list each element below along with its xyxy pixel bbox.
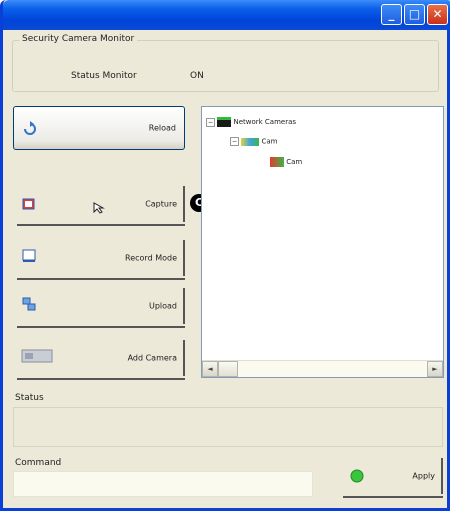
app-window: _ □ ✕ Security Camera Monitor Status Mon… [0,0,450,511]
network-icon [22,297,36,311]
status-label: Status [15,393,44,403]
tree-root[interactable]: − Network Cameras [206,117,296,127]
add-camera-label: Add Camera [127,353,177,363]
maximize-button[interactable]: □ [404,4,425,25]
apply-label: Apply [412,471,435,481]
collapse-icon[interactable]: − [230,137,239,146]
close-button[interactable]: ✕ [427,4,448,25]
scroll-left-button[interactable]: ◄ [202,361,218,377]
pointer-icon [93,202,105,214]
tree-leaf-label: Cam [286,158,303,166]
minimize-button[interactable]: _ [381,4,402,25]
status-monitor-label: Status Monitor [71,71,137,81]
tree-root-label: Network Cameras [233,118,297,126]
camera-leaf-icon [270,157,284,167]
apply-button[interactable]: Apply [339,454,443,498]
command-label: Command [15,458,62,468]
reload-label: Reload [148,123,176,133]
reload-button[interactable]: Reload [13,106,185,150]
scroll-thumb[interactable] [218,361,238,377]
tree-leaf[interactable]: Cam [270,157,302,167]
refresh-icon [24,121,36,135]
status-monitor-value: ON [190,71,204,81]
monitor-icon [22,249,36,262]
title-bar[interactable]: _ □ ✕ [3,0,450,30]
record-mode-label: Record Mode [125,253,177,263]
go-icon [350,469,364,483]
camera-node-icon [241,137,260,146]
record-mode-button[interactable]: Record Mode [13,236,185,280]
command-input[interactable] [13,471,313,497]
capture-button[interactable]: Capture [13,182,185,226]
status-field [13,407,443,447]
device-icon [21,349,53,363]
camera-tree[interactable]: − Network Cameras − Cam Cam ◄ ► [201,106,444,378]
scroll-right-button[interactable]: ► [427,361,443,377]
capture-label: Capture [145,199,177,209]
camera-icon [22,198,35,210]
add-camera-button[interactable]: Add Camera [13,336,185,380]
upload-label: Upload [148,301,177,311]
tree-child[interactable]: − Cam [230,137,277,146]
group-box [12,40,439,92]
collapse-icon[interactable]: − [206,117,215,127]
upload-button[interactable]: Upload [13,284,185,328]
folder-icon [217,117,232,127]
group-label: Security Camera Monitor [19,34,138,44]
horizontal-scrollbar[interactable]: ◄ ► [202,360,443,377]
tree-child-label: Cam [261,137,278,146]
